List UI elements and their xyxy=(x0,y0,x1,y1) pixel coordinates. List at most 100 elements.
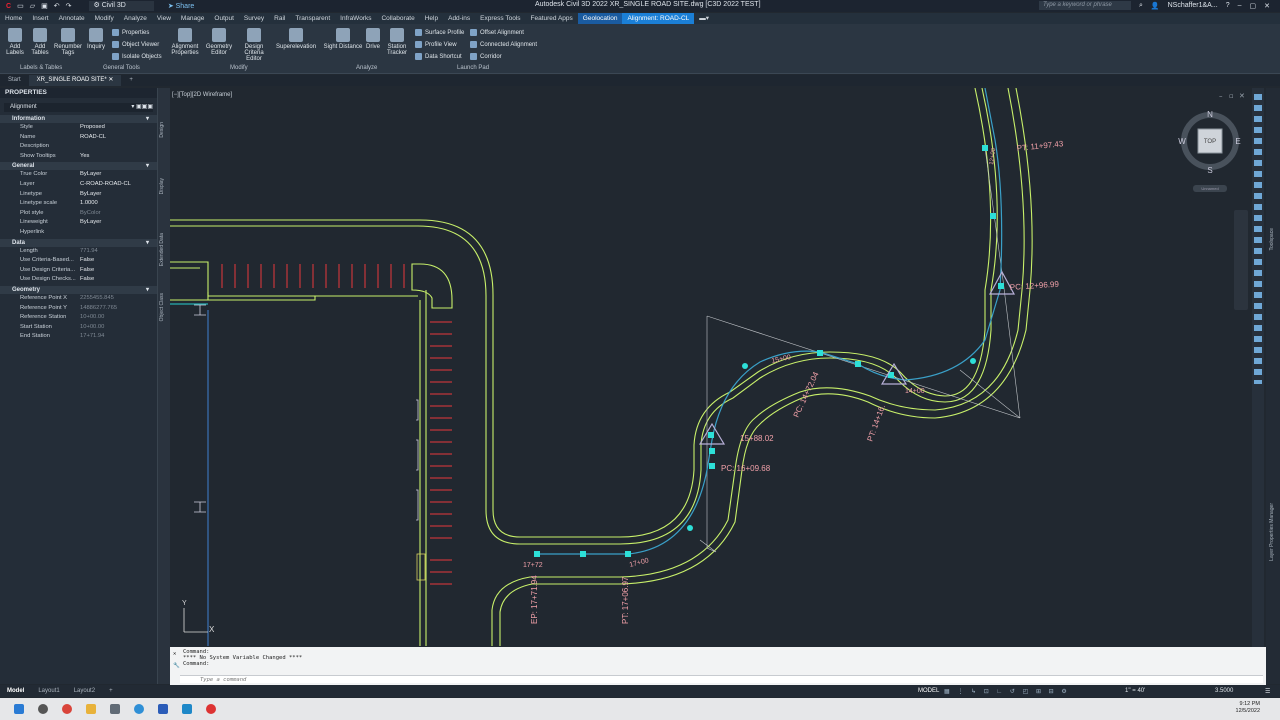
side-tab-layer-properties[interactable]: Layer Properties Manager xyxy=(1269,503,1275,561)
compass-e[interactable]: E xyxy=(1235,137,1240,146)
label-pt-mid[interactable]: PT: 14+16. xyxy=(865,403,887,442)
label-pc-right[interactable]: PC: 12+96.99 xyxy=(1010,280,1060,292)
panel-launch-pad[interactable]: Launch Pad xyxy=(457,65,489,71)
calculator-icon[interactable] xyxy=(110,704,120,714)
tab-drawing[interactable]: XR_SINGLE ROAD SITE* ✕ xyxy=(28,75,122,86)
system-clock[interactable]: 9:12 PM 12/5/2022 xyxy=(1236,701,1260,715)
property-row[interactable]: Start Station 10+00.00 xyxy=(0,323,157,333)
tab-annotate[interactable]: Annotate xyxy=(54,13,90,24)
property-value[interactable]: ROAD-CL xyxy=(80,133,157,143)
object-type-select[interactable]: Alignment ▾ ▣▣▣ xyxy=(4,103,153,112)
layout-tab-1[interactable]: Layout1 xyxy=(31,688,66,694)
panel-analyze[interactable]: Analyze xyxy=(356,65,377,71)
viewcube[interactable]: TOP N S E W Unnamed xyxy=(1178,110,1241,192)
section-general[interactable]: General ▾ xyxy=(0,162,157,171)
alignment-centerline[interactable] xyxy=(537,88,1003,555)
undo-icon[interactable]: ↶ xyxy=(54,2,60,10)
viewport-controls-label[interactable]: [−][Top][2D Wireframe] xyxy=(172,92,232,98)
properties-button[interactable]: Properties xyxy=(112,29,149,36)
panel-labels-tables[interactable]: Labels & Tables xyxy=(20,65,62,71)
property-row[interactable]: Plot style ByColor xyxy=(0,209,157,219)
property-value[interactable]: False xyxy=(80,256,157,266)
label-ep[interactable]: EP: 17+71.94 xyxy=(530,575,539,624)
sight-distance-button[interactable]: Sight Distance xyxy=(323,28,363,50)
tab-insert[interactable]: Insert xyxy=(27,13,53,24)
customize-icon[interactable]: 🔧 xyxy=(173,663,180,669)
property-row[interactable]: True Color ByLayer xyxy=(0,170,157,180)
share-button[interactable]: ➤ Share xyxy=(168,2,195,10)
open-icon[interactable]: ▱ xyxy=(30,2,35,10)
tab-home[interactable]: Home xyxy=(0,13,27,24)
property-value[interactable]: 10+00.00 xyxy=(80,313,157,323)
viewport-restore-icon[interactable]: ▫ xyxy=(1229,92,1234,100)
tab-alignment-context[interactable]: Alignment: ROAD-CL xyxy=(622,13,695,24)
property-row[interactable]: Hyperlink xyxy=(0,228,157,238)
property-row[interactable]: Reference Point Y 14886277.765 xyxy=(0,304,157,314)
section-data[interactable]: Data ▾ xyxy=(0,238,157,247)
section-information[interactable]: Information ▾ xyxy=(0,115,157,123)
tab-featured-apps[interactable]: Featured Apps xyxy=(526,13,578,24)
civil3d-icon[interactable] xyxy=(182,704,192,714)
property-value[interactable]: C-ROAD-ROAD-CL xyxy=(80,180,157,190)
property-row[interactable]: Use Design Checks... False xyxy=(0,275,157,285)
offset-alignment-button[interactable]: Offset Alignment xyxy=(470,29,524,36)
app-menu-icon[interactable]: C xyxy=(6,3,11,10)
menu-icon[interactable]: ☰ xyxy=(1265,688,1270,695)
property-row[interactable]: Show Tooltips Yes xyxy=(0,152,157,162)
tab-geolocation[interactable]: Geolocation xyxy=(577,13,623,24)
property-row[interactable]: Linetype ByLayer xyxy=(0,190,157,200)
tab-manage[interactable]: Manage xyxy=(176,13,210,24)
object-viewer-button[interactable]: Object Viewer xyxy=(112,41,159,48)
corridor-button[interactable]: Corridor xyxy=(470,53,502,60)
chrome-icon[interactable] xyxy=(62,704,72,714)
tab-add-ins[interactable]: Add-ins xyxy=(443,13,475,24)
minimize-icon[interactable]: – xyxy=(1238,2,1242,9)
property-value[interactable]: 771.94 xyxy=(80,247,157,257)
file-explorer-icon[interactable] xyxy=(86,704,96,714)
command-input[interactable]: Type a command xyxy=(180,675,1263,683)
tab-collaborate[interactable]: Collaborate xyxy=(376,13,419,24)
property-value[interactable]: ByLayer xyxy=(80,218,157,228)
panel-general-tools[interactable]: General Tools xyxy=(103,65,140,71)
add-tables-button[interactable]: Add Tables xyxy=(29,28,51,56)
close-command-icon[interactable]: ✕ xyxy=(173,651,176,657)
alignment-properties-button[interactable]: Alignment Properties xyxy=(170,28,200,56)
label-1700[interactable]: 17+00 xyxy=(629,557,650,569)
superelevation-button[interactable]: Superelevation xyxy=(276,28,316,50)
property-row[interactable]: Use Criteria-Based... False xyxy=(0,256,157,266)
label-1772[interactable]: 17+72 xyxy=(523,562,543,569)
tab-transparent[interactable]: Transparent xyxy=(290,13,335,24)
viewcube-top[interactable]: TOP xyxy=(1204,139,1216,145)
property-value[interactable]: ByColor xyxy=(80,209,157,219)
tab-analyze[interactable]: Analyze xyxy=(119,13,152,24)
inquiry-button[interactable]: Inquiry xyxy=(85,28,107,50)
tab-rail[interactable]: Rail xyxy=(269,13,290,24)
side-tab-toolspace[interactable]: Toolspace xyxy=(1269,228,1275,251)
properties-header[interactable]: PROPERTIES xyxy=(0,88,157,98)
property-value[interactable]: ByLayer xyxy=(80,170,157,180)
property-row[interactable]: Lineweight ByLayer xyxy=(0,218,157,228)
tab-view[interactable]: View xyxy=(152,13,176,24)
recorder-icon[interactable] xyxy=(206,704,216,714)
property-value[interactable]: 10+00.00 xyxy=(80,323,157,333)
ribbon-toggle-icon[interactable]: ▬▾ xyxy=(694,13,714,24)
property-value[interactable]: 14886277.765 xyxy=(80,304,157,314)
property-value[interactable]: Yes xyxy=(80,152,157,162)
label-1400[interactable]: 14+00 xyxy=(905,388,925,395)
property-value[interactable]: 17+71.94 xyxy=(80,332,157,342)
side-tab-design[interactable]: Design xyxy=(159,122,165,138)
tab-infraworks[interactable]: InfraWorks xyxy=(335,13,376,24)
add-labels-button[interactable]: Add Labels xyxy=(4,28,26,56)
word-icon[interactable] xyxy=(158,704,168,714)
data-shortcut-button[interactable]: Data Shortcut xyxy=(415,53,462,60)
property-row[interactable]: Description xyxy=(0,142,157,152)
model-space-button[interactable]: MODEL xyxy=(918,688,939,694)
drawing-viewport[interactable]: PT: 11+97.43 12+00 PC: 12+96.99 14+00 PT… xyxy=(170,88,1252,646)
label-pt-top[interactable]: PT: 11+97.43 xyxy=(1016,139,1064,153)
compass-w[interactable]: W xyxy=(1178,137,1186,146)
windows-start-icon[interactable] xyxy=(14,704,24,714)
search-icon[interactable] xyxy=(38,704,48,714)
help-icon[interactable]: ? xyxy=(1226,2,1230,9)
new-icon[interactable]: ▭ xyxy=(17,2,24,10)
property-row[interactable]: Name ROAD-CL xyxy=(0,133,157,143)
